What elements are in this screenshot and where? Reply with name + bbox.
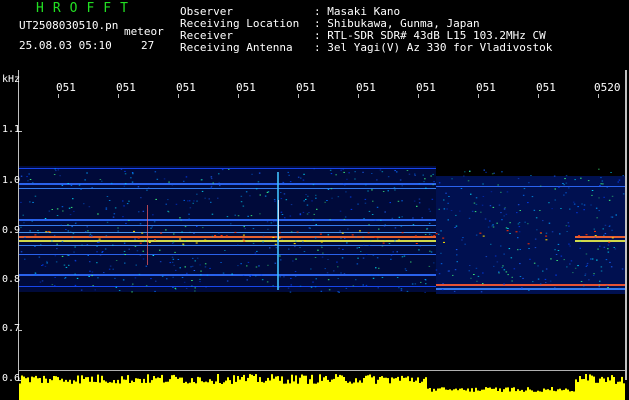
y-tick-label: 0.9 [2,225,21,236]
x-tick-label: 051 [176,81,196,94]
y-tick-label: 0.6 [2,373,21,384]
x-tick-label: 051 [476,81,496,94]
x-tick-label: 051 [116,81,136,94]
info-value: : 3el Yagi(V) Az 330 for Vladivostok [314,41,553,54]
time-axis-ticks [58,94,599,98]
frequency-unit-label: kHz [2,74,21,85]
info-antenna: Receiving Antenna : 3el Yagi(V) Az 330 fo… [180,41,552,54]
mode-label: meteor [124,25,164,38]
app-title: HROFFT [36,1,137,16]
file-name: UT2508030510.pn [19,19,119,32]
info-label: Receiving Antenna [180,41,293,54]
x-tick-label: 051 [356,81,376,94]
date-time: 25.08.03 05:10 [19,39,112,52]
x-tick-label: 051 [296,81,316,94]
x-tick-label: 0520 [594,81,621,94]
meteor-count: 27 [141,39,155,52]
x-tick-label: 051 [236,81,256,94]
y-tick-label: 0.8 [2,274,21,285]
x-tick-label: 051 [536,81,556,94]
x-tick-label: 051 [56,81,76,94]
y-tick-label: 1.0 [2,175,21,186]
power-bar [19,374,625,400]
y-tick-label: 0.7 [2,323,21,334]
x-tick-label: 051 [416,81,436,94]
spectrogram-canvas [18,70,627,400]
y-tick-label: 1.1 [2,124,21,135]
